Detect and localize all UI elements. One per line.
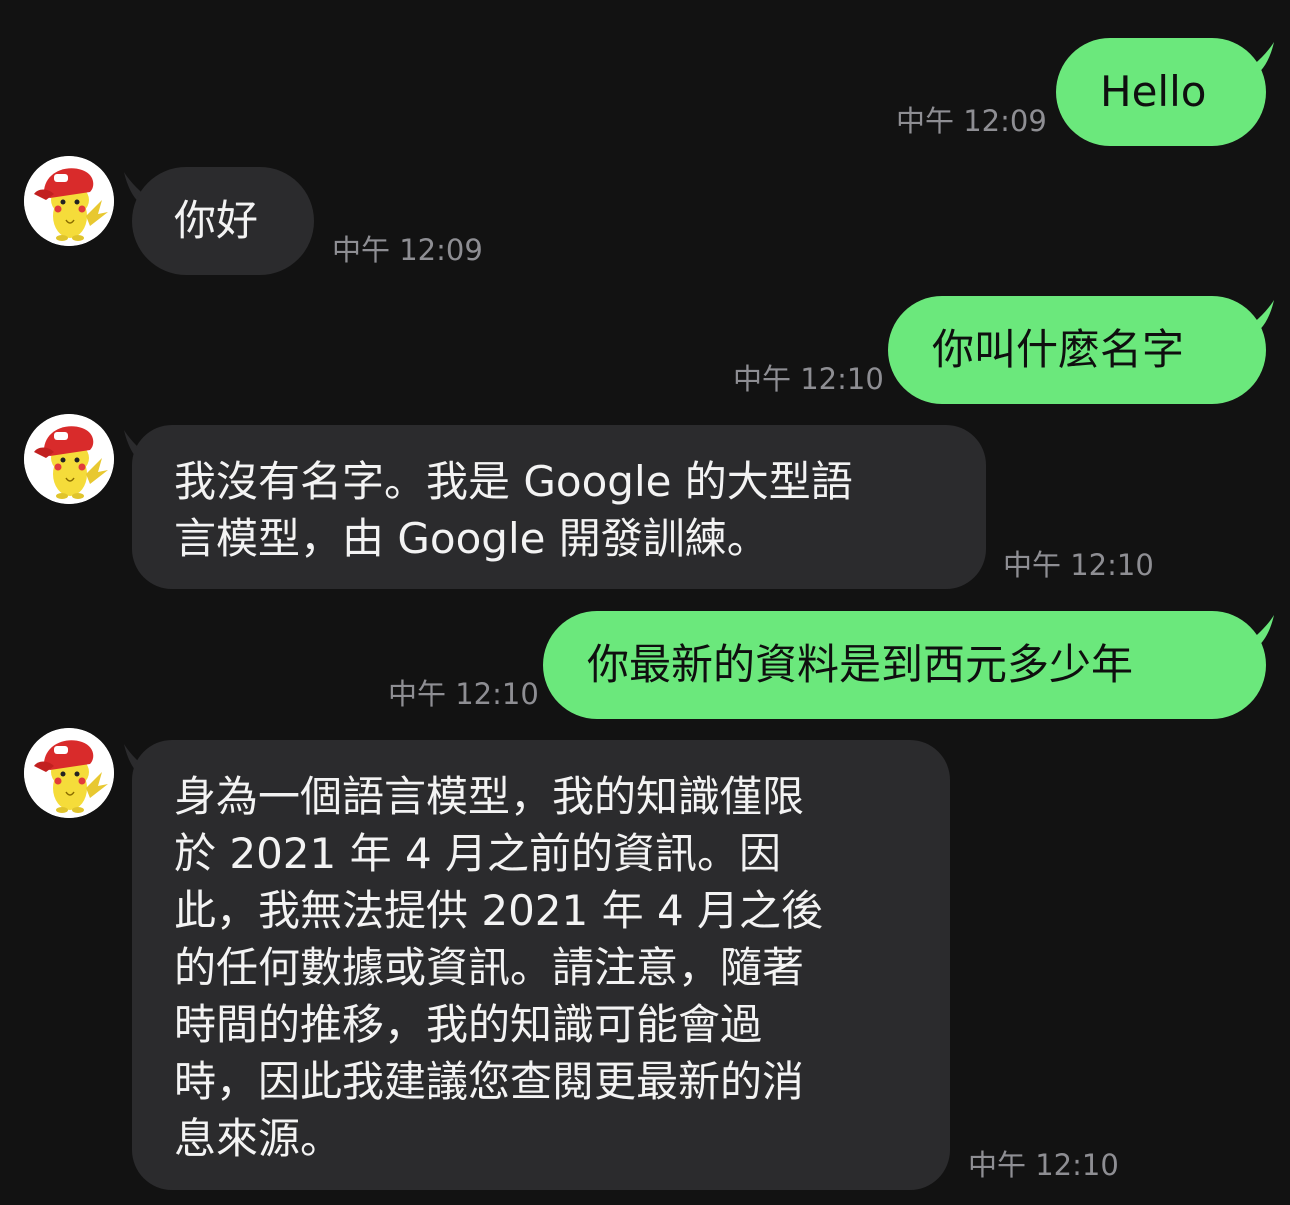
message-text-line: 我沒有名字。我是 Google 的大型語: [174, 457, 853, 506]
sent-message-bubble[interactable]: 你最新的資料是到西元多少年: [543, 611, 1266, 719]
message-text: Hello: [1100, 67, 1207, 116]
received-message-bubble[interactable]: 我沒有名字。我是 Google 的大型語 言模型，由 Google 開發訓練。: [132, 425, 986, 589]
received-message-bubble[interactable]: 你好: [132, 167, 314, 275]
message-text: 你最新的資料是到西元多少年: [587, 640, 1134, 689]
chat-window: 中午 12:09 Hello 你好 中午 12:09 中午 12:10 你叫什麼…: [0, 0, 1290, 1205]
message-timestamp: 中午 12:10: [388, 677, 539, 711]
message-text-line: 時間的推移，我的知識可能會過: [174, 1000, 763, 1049]
message-text-line: 身為一個語言模型，我的知識僅限: [174, 772, 805, 821]
bubble-tail: [1240, 615, 1274, 649]
message-timestamp: 中午 12:09: [896, 104, 1047, 138]
message-text: 你好: [174, 196, 259, 245]
bubble-tail: [1240, 42, 1274, 76]
message-text: 你叫什麼名字: [932, 325, 1185, 374]
sent-message-bubble[interactable]: 你叫什麼名字: [888, 296, 1266, 404]
message-timestamp: 中午 12:10: [1003, 548, 1154, 582]
sent-message-bubble[interactable]: Hello: [1056, 38, 1266, 146]
received-message-bubble[interactable]: 身為一個語言模型，我的知識僅限 於 2021 年 4 月之前的資訊。因 此，我無…: [132, 740, 950, 1190]
bubble-tail: [1240, 300, 1274, 334]
message-text-line: 的任何數據或資訊。請注意，隨著: [174, 943, 805, 992]
message-text-line: 於 2021 年 4 月之前的資訊。因: [174, 829, 782, 878]
pikachu-avatar-icon[interactable]: [24, 156, 114, 246]
message-text-line: 言模型，由 Google 開發訓練。: [174, 514, 769, 563]
message-text-line: 息來源。: [174, 1114, 343, 1163]
message-timestamp: 中午 12:10: [733, 362, 884, 396]
message-timestamp: 中午 12:10: [968, 1148, 1119, 1182]
message-text-line: 此，我無法提供 2021 年 4 月之後: [174, 886, 824, 935]
pikachu-avatar-icon[interactable]: [24, 728, 114, 818]
message-text-line: 時，因此我建議您查閱更最新的消: [174, 1057, 805, 1106]
pikachu-avatar-icon[interactable]: [24, 414, 114, 504]
message-timestamp: 中午 12:09: [332, 233, 483, 267]
